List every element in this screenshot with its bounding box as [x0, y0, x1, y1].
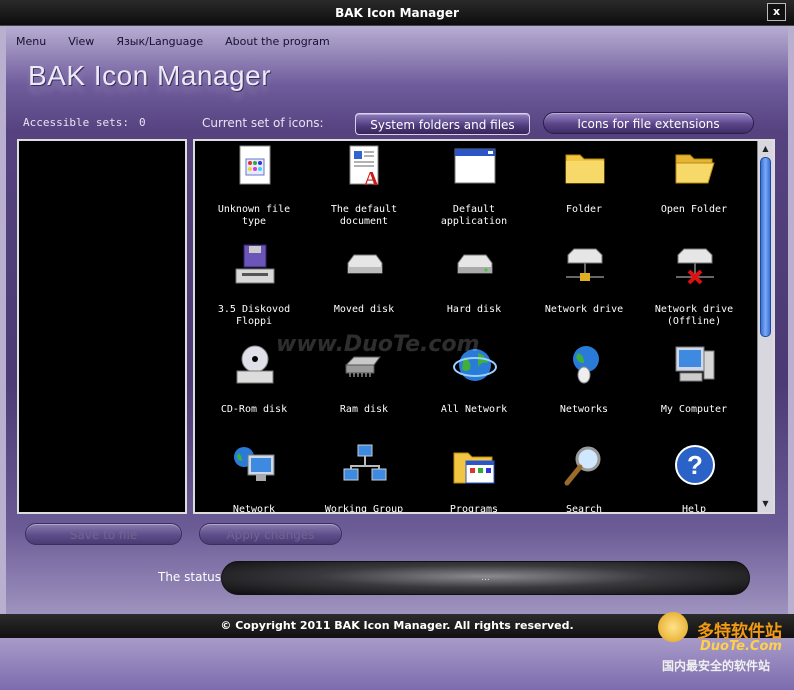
current-set-label: Current set of icons: — [202, 116, 324, 130]
icon-caption: Moved disk — [333, 304, 395, 315]
icon-caption: Network drive (Offline) — [654, 304, 734, 327]
scrollbar-thumb[interactable] — [760, 157, 771, 337]
icon-caption: Folder — [565, 204, 603, 215]
floppy-drive-icon — [232, 243, 278, 289]
network-drive-icon — [562, 243, 608, 289]
icon-item[interactable]: 3.5 Diskovod Floppi — [199, 241, 309, 341]
hard-disk-icon — [452, 243, 498, 289]
networks-icon — [562, 343, 608, 389]
menu-item-language[interactable]: Язык/Language — [116, 35, 203, 51]
icon-item[interactable]: ? Help — [639, 441, 749, 514]
document-icon: A — [342, 143, 388, 190]
cdrom-icon — [232, 343, 278, 389]
icon-item[interactable]: Programs — [419, 441, 529, 514]
icon-item[interactable]: Folder — [529, 141, 639, 241]
icon-item[interactable]: Moved disk — [309, 241, 419, 341]
icon-caption: Working Group — [324, 504, 404, 514]
icon-item[interactable]: Search — [529, 441, 639, 514]
menu-bar: Menu View Язык/Language About the progra… — [16, 35, 352, 51]
icon-item[interactable]: A The default document — [309, 141, 419, 241]
icon-caption: CD-Rom disk — [220, 404, 288, 415]
icon-item[interactable]: Network drive (Offline) — [639, 241, 749, 341]
tab-file-extensions[interactable]: Icons for file extensions — [543, 112, 754, 134]
icon-item[interactable]: Unknown file type — [199, 141, 309, 241]
apply-changes-button[interactable]: Apply changes — [199, 523, 342, 545]
icon-item[interactable]: My Computer — [639, 341, 749, 441]
my-computer-icon — [672, 343, 718, 389]
svg-text:?: ? — [687, 450, 703, 480]
icon-caption: 3.5 Diskovod Floppi — [217, 304, 291, 327]
icon-item[interactable]: Working Group — [309, 441, 419, 514]
help-icon: ? — [672, 443, 718, 489]
icon-caption: The default document — [330, 204, 398, 227]
open-folder-icon — [672, 143, 718, 189]
icon-item[interactable]: Network drive — [529, 241, 639, 341]
tab-system-folders[interactable]: System folders and files — [355, 113, 530, 135]
watermark-text: www.DuoTe.com — [276, 332, 480, 357]
menu-item-menu[interactable]: Menu — [16, 35, 46, 51]
status-label: The status — [158, 570, 222, 584]
icon-caption: My Computer — [660, 404, 728, 415]
save-to-file-button[interactable]: Save to file — [25, 523, 182, 545]
icon-sets-list[interactable] — [17, 139, 187, 514]
mascot-logo-icon — [658, 612, 688, 642]
search-icon — [562, 443, 608, 489]
accessible-sets-label: Accessible sets: — [23, 116, 129, 129]
icon-caption: Network drive — [544, 304, 624, 315]
icon-caption: Open Folder — [660, 204, 728, 215]
removable-disk-icon — [342, 243, 388, 289]
application-window-icon — [452, 143, 498, 189]
title-bar: BAK Icon Manager x — [0, 0, 794, 26]
vertical-scrollbar[interactable]: ▲ ▼ — [757, 141, 773, 512]
svg-text:A: A — [364, 168, 379, 189]
icon-caption: Help — [681, 504, 707, 514]
menu-item-view[interactable]: View — [68, 35, 94, 51]
icon-caption: All Network — [440, 404, 508, 415]
folder-icon — [562, 143, 608, 189]
watermark-brand-url: DuoTe.Com — [700, 639, 782, 654]
icon-caption: Hard disk — [446, 304, 502, 315]
icon-caption: Network — [232, 504, 276, 514]
icon-item[interactable]: Default application — [419, 141, 529, 241]
scroll-down-arrow-icon[interactable]: ▼ — [758, 497, 773, 511]
window-title: BAK Icon Manager — [335, 6, 459, 20]
workgroup-icon — [342, 443, 388, 489]
accessible-sets-count: 0 — [139, 116, 146, 129]
network-drive-offline-icon — [672, 243, 718, 289]
watermark-slogan: 国内最安全的软件站 — [662, 659, 771, 673]
icon-caption: Ram disk — [339, 404, 389, 415]
icon-panel[interactable]: Unknown file type A The default document De… — [193, 139, 775, 514]
icon-item[interactable]: Network — [199, 441, 309, 514]
programs-folder-icon — [452, 443, 498, 489]
app-logo: BAK Icon Manager — [28, 60, 272, 91]
icon-caption: Networks — [559, 404, 609, 415]
status-bar: ... — [221, 561, 750, 595]
unknown-file-icon — [232, 143, 278, 189]
icon-caption: Default application — [440, 204, 508, 227]
icon-caption: Unknown file type — [217, 204, 291, 227]
icon-item[interactable]: Networks — [529, 341, 639, 441]
icon-item[interactable]: Open Folder — [639, 141, 749, 241]
scroll-up-arrow-icon[interactable]: ▲ — [758, 142, 773, 156]
close-button[interactable]: x — [767, 3, 786, 21]
icon-item[interactable]: Hard disk — [419, 241, 529, 341]
icon-caption: Programs — [449, 504, 499, 514]
menu-item-about[interactable]: About the program — [225, 35, 330, 51]
network-computer-icon — [232, 443, 278, 489]
icon-caption: Search — [565, 504, 603, 514]
